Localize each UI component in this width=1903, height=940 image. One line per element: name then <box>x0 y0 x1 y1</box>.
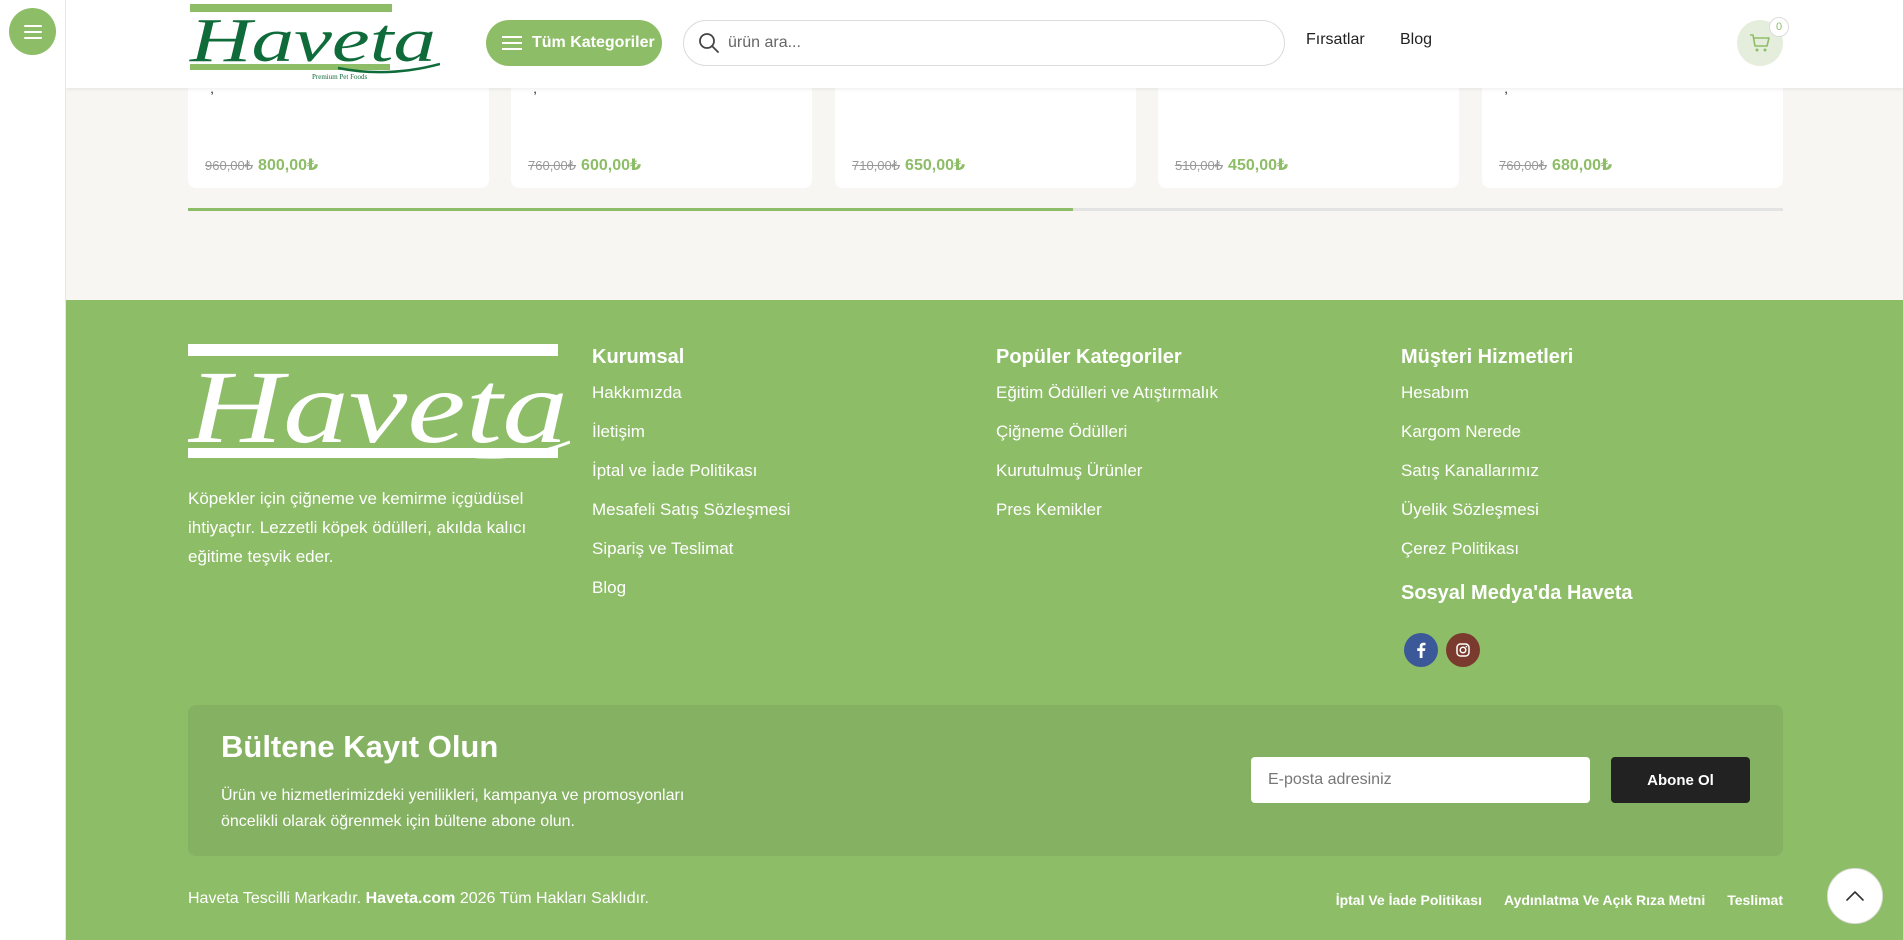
copyright-suffix: 2026 Tüm Hakları Saklıdır. <box>459 890 649 907</box>
footer-link[interactable]: Çerez Politikası <box>1401 539 1573 559</box>
footer-column-popular-categories: Popüler Kategoriler Eğitim Ödülleri ve A… <box>996 346 1218 539</box>
footer-bottom-links: İptal Ve İade Politikası Aydınlatma Ve A… <box>1336 892 1783 908</box>
footer-link[interactable]: Blog <box>592 578 790 598</box>
footer-link[interactable]: Kargom Nerede <box>1401 422 1573 442</box>
footer-link[interactable]: Hakkımızda <box>592 383 790 403</box>
copyright: Haveta Tescilli Markadır. Haveta.com 202… <box>188 890 649 908</box>
site-header: Haveta Premium Pet Foods Tüm Kategoriler… <box>66 0 1903 88</box>
old-price: 510,00₺ <box>1175 158 1224 173</box>
footer-link[interactable]: Kurutulmuş Ürünler <box>996 461 1218 481</box>
footer-link[interactable]: İptal ve İade Politikası <box>592 461 790 481</box>
facebook-icon <box>1417 642 1426 658</box>
all-categories-button[interactable]: Tüm Kategoriler <box>486 20 662 66</box>
footer-link[interactable]: Eğitim Ödülleri ve Atıştırmalık <box>996 383 1218 403</box>
footer-link[interactable]: Satış Kanallarımız <box>1401 461 1573 481</box>
footer-link[interactable]: Üyelik Sözleşmesi <box>1401 500 1573 520</box>
footer-link[interactable]: Sipariş ve Teslimat <box>592 539 790 559</box>
price: 450,00₺ <box>1228 157 1289 174</box>
footer-column-kurumsal: Kurumsal Hakkımızda İletişim İptal ve İa… <box>592 346 790 617</box>
haveta-logo[interactable]: Haveta Premium Pet Foods <box>188 4 440 82</box>
social-media-title: Sosyal Medya'da Haveta <box>1401 582 1633 604</box>
cart-icon <box>1750 34 1770 52</box>
search-input[interactable] <box>728 34 1248 52</box>
main-area: ‾ ‚ 960,00₺ 800,00₺ ‾ ‚ 760,00₺ 600,00₺ … <box>66 0 1903 940</box>
hamburger-icon <box>502 35 522 51</box>
footer-link[interactable]: Çiğneme Ödülleri <box>996 422 1218 442</box>
old-price: 760,00₺ <box>1499 158 1548 173</box>
facebook-button[interactable] <box>1404 633 1438 667</box>
svg-text:Premium Pet Foods: Premium Pet Foods <box>312 73 368 81</box>
footer-link[interactable]: İletişim <box>592 422 790 442</box>
search-icon <box>699 33 719 53</box>
price-row: 760,00₺ 680,00₺ <box>1499 155 1612 175</box>
newsletter-email-input[interactable] <box>1251 757 1590 803</box>
footer-column-title: Popüler Kategoriler <box>996 346 1182 368</box>
price: 650,00₺ <box>905 157 966 174</box>
cart-count-badge: 0 <box>1769 17 1789 37</box>
svg-text:Haveta: Haveta <box>188 350 568 462</box>
all-categories-label: Tüm Kategoriler <box>532 34 655 51</box>
price: 800,00₺ <box>258 157 319 174</box>
price-row: 960,00₺ 800,00₺ <box>205 155 318 175</box>
newsletter-title: Bültene Kayıt Olun <box>221 729 499 764</box>
bottom-link-refund-policy[interactable]: İptal Ve İade Politikası <box>1336 892 1482 908</box>
footer-link[interactable]: Hesabım <box>1401 383 1573 403</box>
price-row: 510,00₺ 450,00₺ <box>1175 155 1288 175</box>
price: 680,00₺ <box>1552 157 1613 174</box>
bottom-link-delivery[interactable]: Teslimat <box>1727 892 1783 908</box>
carousel-scroll-thumb[interactable] <box>188 208 1074 211</box>
carousel-scrollbar[interactable] <box>188 208 1783 211</box>
old-price: 710,00₺ <box>852 158 901 173</box>
hamburger-icon <box>23 24 42 39</box>
footer-link[interactable]: Mesafeli Satış Sözleşmesi <box>592 500 790 520</box>
newsletter-box: Bültene Kayıt Olun Ürün ve hizmetlerimiz… <box>188 705 1783 856</box>
copyright-domain[interactable]: Haveta.com <box>366 890 456 907</box>
price: 600,00₺ <box>581 157 642 174</box>
footer-description: Köpekler için çiğneme ve kemirme içgüdüs… <box>188 489 527 566</box>
left-rail <box>0 0 66 940</box>
price-row: 760,00₺ 600,00₺ <box>528 155 641 175</box>
side-menu-button[interactable] <box>9 8 56 55</box>
instagram-icon <box>1456 643 1470 657</box>
old-price: 760,00₺ <box>528 158 577 173</box>
subscribe-button[interactable]: Abone Ol <box>1611 757 1750 803</box>
instagram-button[interactable] <box>1446 633 1480 667</box>
chevron-up-icon <box>1846 891 1864 901</box>
copyright-prefix: Haveta Tescilli Markadır. <box>188 890 362 907</box>
newsletter-text: Ürün ve hizmetlerimizdeki yenilikleri, k… <box>221 787 685 830</box>
old-price: 960,00₺ <box>205 158 254 173</box>
bottom-link-privacy-text[interactable]: Aydınlatma Ve Açık Rıza Metni <box>1504 892 1705 908</box>
footer-column-customer-services: Müşteri Hizmetleri Hesabım Kargom Nerede… <box>1401 346 1573 578</box>
footer-column-title: Kurumsal <box>592 346 685 368</box>
nav-link-blog[interactable]: Blog <box>1400 31 1432 49</box>
nav-link-firsatlar[interactable]: Fırsatlar <box>1306 31 1365 49</box>
search-bar[interactable] <box>683 20 1285 66</box>
footer-column-title: Müşteri Hizmetleri <box>1401 346 1574 368</box>
footer-link[interactable]: Pres Kemikler <box>996 500 1218 520</box>
footer-haveta-logo[interactable]: Haveta <box>188 344 570 462</box>
price-row: 710,00₺ 650,00₺ <box>852 155 965 175</box>
site-footer: Haveta Köpekler için çiğneme ve kemirme … <box>66 300 1903 940</box>
scroll-to-top-button[interactable] <box>1827 868 1883 924</box>
